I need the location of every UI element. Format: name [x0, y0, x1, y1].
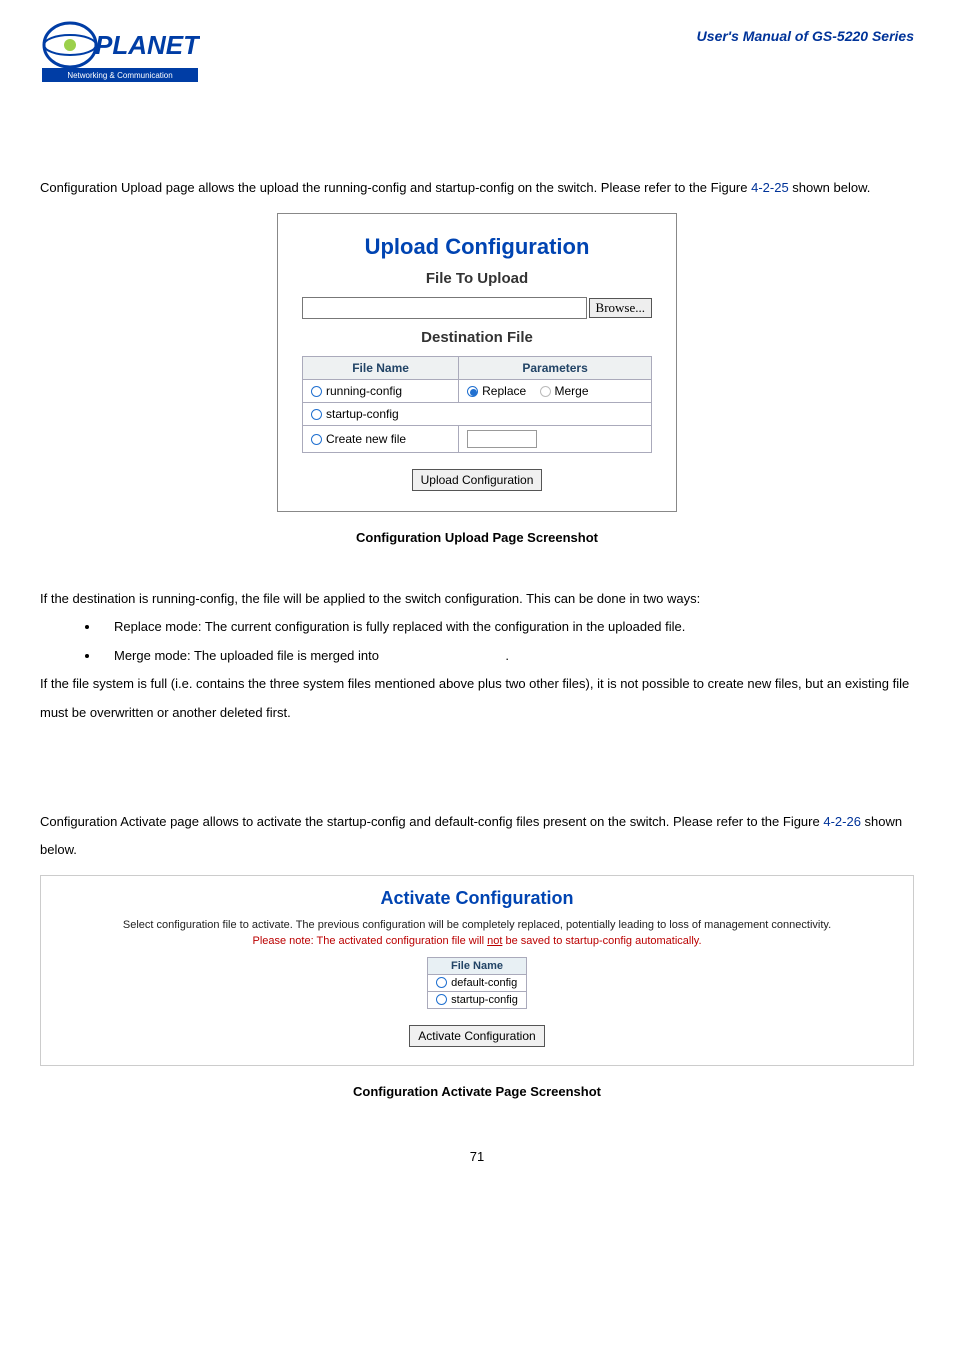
merge-label: Merge	[555, 384, 589, 398]
browse-button[interactable]: Browse...	[589, 298, 652, 318]
upload-intro-paragraph: Configuration Upload page allows the upl…	[40, 174, 914, 203]
radio-running-config[interactable]	[311, 386, 322, 397]
svg-text:PLANET: PLANET	[95, 30, 200, 60]
destination-file-label: Destination File	[296, 329, 658, 346]
activate-file-table: File Name default-config startup-config	[427, 957, 527, 1009]
upload-desc-1: If the destination is running-config, th…	[40, 585, 914, 614]
th-file-name: File Name	[303, 356, 459, 379]
activate-intro-paragraph: Configuration Activate page allows to ac…	[40, 808, 914, 865]
create-new-file-label: Create new file	[326, 432, 406, 446]
activate-configuration-button[interactable]: Activate Configuration	[409, 1025, 544, 1047]
radio-startup-config[interactable]	[311, 409, 322, 420]
radio-startup-config-2[interactable]	[436, 994, 447, 1005]
figure-ref-activate: 4-2-26	[823, 814, 861, 829]
th-parameters: Parameters	[459, 356, 652, 379]
destination-file-table: File Name Parameters running-config Repl…	[302, 356, 652, 453]
activate-config-title: Activate Configuration	[51, 888, 903, 909]
upload-desc-2: If the file system is full (i.e. contain…	[40, 670, 914, 727]
radio-merge[interactable]	[540, 386, 551, 397]
activate-warning: Please note: The activated configuration…	[51, 935, 903, 947]
figure-ref-upload: 4-2-25	[751, 180, 789, 195]
svg-text:Networking & Communication: Networking & Communication	[67, 71, 172, 80]
upload-screenshot-caption: Configuration Upload Page Screenshot	[40, 530, 914, 545]
activate-screenshot-caption: Configuration Activate Page Screenshot	[40, 1084, 914, 1099]
radio-create-new-file[interactable]	[311, 434, 322, 445]
page-number: 71	[40, 1149, 914, 1164]
activate-desc-line: Select configuration file to activate. T…	[51, 919, 903, 931]
startup-config-label: startup-config	[326, 407, 399, 421]
manual-title: User's Manual of GS-5220 Series	[697, 28, 914, 44]
radio-replace[interactable]	[467, 386, 478, 397]
radio-default-config[interactable]	[436, 977, 447, 988]
default-config-label: default-config	[451, 977, 517, 989]
upload-config-title: Upload Configuration	[296, 234, 658, 260]
file-to-upload-label: File To Upload	[296, 270, 658, 287]
activate-config-screenshot: Activate Configuration Select configurat…	[40, 875, 914, 1066]
bullet-replace-mode: Replace mode: The current configuration …	[100, 613, 914, 642]
file-upload-input[interactable]	[302, 297, 587, 319]
running-config-label: running-config	[326, 384, 402, 398]
activate-th-file-name: File Name	[428, 957, 527, 974]
upload-configuration-button[interactable]: Upload Configuration	[412, 469, 543, 491]
activate-intro-a: Configuration Activate page allows to ac…	[40, 814, 823, 829]
upload-intro-a: Configuration Upload page allows the upl…	[40, 180, 751, 195]
upload-intro-b: shown below.	[789, 180, 871, 195]
new-file-name-input[interactable]	[467, 430, 537, 448]
brand-logo: PLANET Networking & Communication	[40, 20, 200, 84]
bullet-merge-mode: Merge mode: The uploaded file is merged …	[100, 642, 914, 671]
replace-label: Replace	[482, 384, 526, 398]
upload-config-screenshot: Upload Configuration File To Upload Brow…	[277, 213, 677, 512]
startup-config-label-2: startup-config	[451, 994, 518, 1006]
